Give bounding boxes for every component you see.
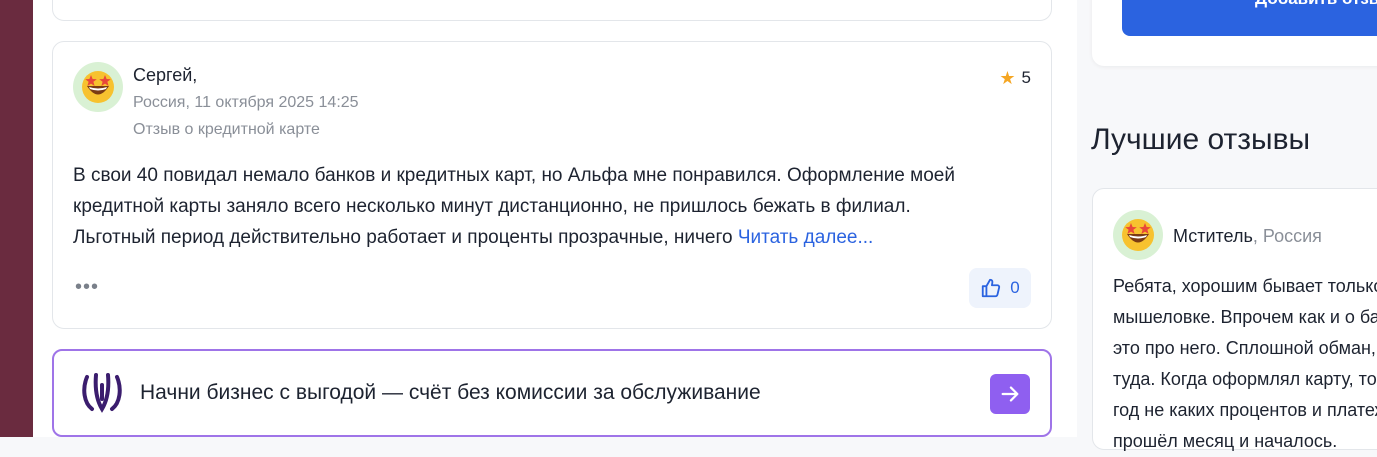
best-review-line: год не каких процентов и платежей bbox=[1113, 400, 1377, 420]
review-text: В свои 40 повидал немало банков и кредит… bbox=[73, 160, 1023, 253]
review-line: Льготный период действительно работает и… bbox=[73, 222, 1023, 253]
avatar bbox=[73, 62, 123, 112]
left-edge-strip bbox=[0, 0, 33, 437]
like-count: 0 bbox=[1010, 278, 1020, 297]
alfa-logo bbox=[82, 373, 122, 413]
previous-review-card bbox=[52, 0, 1052, 21]
thumbs-up-icon bbox=[982, 278, 1001, 298]
like-button[interactable]: 0 bbox=[969, 268, 1031, 308]
best-review-line: Ребята, хорошим бывает только сыр в bbox=[1113, 276, 1377, 296]
star-icon: ★ bbox=[999, 68, 1016, 88]
best-author-sep: , bbox=[1252, 226, 1263, 246]
best-reviews-title: Лучшие отзывы bbox=[1091, 123, 1311, 156]
rating-value: 5 bbox=[1021, 68, 1031, 87]
review-type: Отзыв о кредитной карте bbox=[133, 121, 320, 138]
review-author: Сергей, bbox=[133, 65, 198, 85]
add-review-card: Добавить отзыв bbox=[1092, 0, 1377, 66]
star-eyes-emoji-icon bbox=[1122, 219, 1154, 251]
promo-banner[interactable]: Начни бизнес с выгодой — счёт без комисс… bbox=[52, 349, 1052, 437]
best-review-line: это про него. Сплошной обман, bbox=[1113, 338, 1376, 358]
promo-text: Начни бизнес с выгодой — счёт без комисс… bbox=[140, 381, 761, 404]
read-more-link[interactable]: Читать далее... bbox=[738, 227, 874, 248]
more-options-button[interactable]: ••• bbox=[75, 276, 99, 299]
best-review-line: прошёл месяц и началось. bbox=[1113, 431, 1338, 451]
best-author-name: Мститель bbox=[1173, 226, 1253, 246]
review-card: Сергей, Россия, 11 октября 2025 14:25 От… bbox=[52, 41, 1052, 329]
review-line: В свои 40 повидал немало банков и кредит… bbox=[73, 165, 955, 186]
best-review-line: туда. Когда оформлял карту, то bbox=[1113, 369, 1377, 389]
promo-arrow-button[interactable] bbox=[990, 374, 1030, 414]
best-review-card[interactable]: Мститель, Россия Ребята, хорошим бывает … bbox=[1092, 188, 1377, 451]
best-review-author: Мститель, Россия bbox=[1173, 226, 1322, 247]
best-review-text: Ребята, хорошим бывает только сыр в мыше… bbox=[1113, 271, 1377, 457]
best-author-country: Россия bbox=[1262, 226, 1322, 246]
review-meta: Россия, 11 октября 2025 14:25 bbox=[133, 94, 359, 111]
best-review-line: мышеловке. Впрочем как и о банке, bbox=[1113, 307, 1377, 327]
review-line-text: Льготный период действительно работает и… bbox=[73, 227, 738, 248]
star-eyes-emoji-icon bbox=[82, 71, 114, 103]
avatar bbox=[1113, 210, 1163, 260]
review-line: кредитной карты заняло всего несколько м… bbox=[73, 196, 911, 217]
arrow-right-icon bbox=[1001, 386, 1019, 402]
add-review-button[interactable]: Добавить отзыв bbox=[1122, 0, 1377, 36]
review-rating: ★ 5 bbox=[999, 68, 1031, 88]
